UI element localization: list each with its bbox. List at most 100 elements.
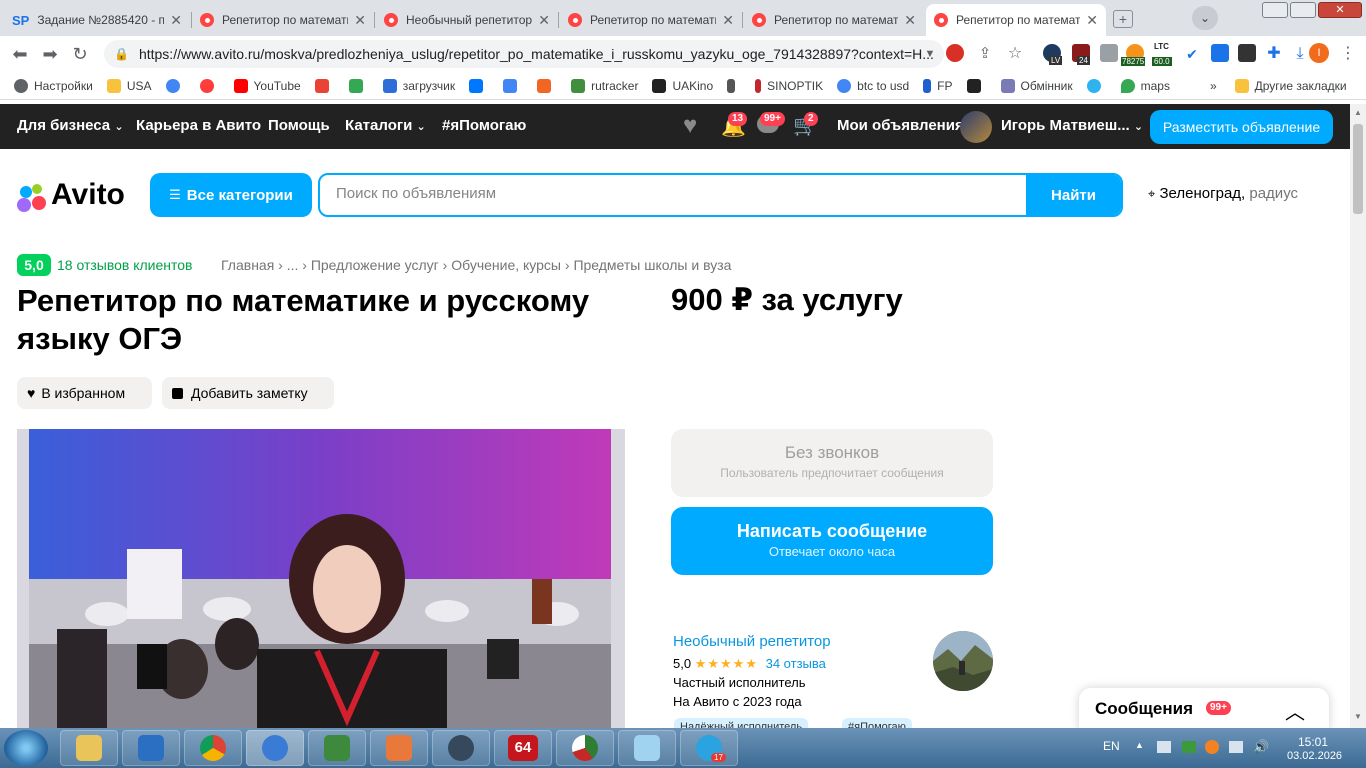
- reload-icon[interactable]: ↻: [70, 44, 90, 64]
- taskbar-player[interactable]: [370, 730, 428, 766]
- network-icon[interactable]: [1157, 741, 1171, 753]
- start-button[interactable]: [4, 730, 48, 766]
- close-icon[interactable]: ✕: [904, 12, 916, 29]
- taskbar-wise[interactable]: [122, 730, 180, 766]
- bookmark-kyivstar[interactable]: [1086, 78, 1107, 93]
- bookmark-gmail[interactable]: [314, 78, 335, 93]
- seller-avatar[interactable]: [933, 631, 993, 691]
- download-extension-icon[interactable]: [1211, 44, 1229, 62]
- star-icon[interactable]: ☆: [1005, 44, 1025, 64]
- reviews-link[interactable]: 18 отзывов клиентов: [57, 257, 193, 273]
- bookmark-figure[interactable]: [727, 78, 741, 93]
- bookmarks-overflow[interactable]: »: [1210, 79, 1217, 93]
- other-bookmarks[interactable]: Другие закладки: [1234, 78, 1347, 93]
- location-selector[interactable]: ⌖ Зеленоград, радиус: [1148, 185, 1298, 202]
- breadcrumb[interactable]: Главная › ... › Предложение услуг › Обуч…: [221, 257, 731, 273]
- restore-button[interactable]: [1290, 2, 1316, 18]
- taskbar-chrome[interactable]: [184, 730, 242, 766]
- bookmark-fl[interactable]: [537, 78, 557, 93]
- window-close-button[interactable]: ✕: [1318, 2, 1362, 18]
- bookmark-bc[interactable]: [966, 78, 987, 93]
- language-indicator[interactable]: EN: [1103, 739, 1120, 753]
- bookmark-translate[interactable]: [503, 78, 523, 93]
- bookmark-btc[interactable]: btc to usd: [837, 78, 909, 93]
- taskbar-explorer[interactable]: [60, 730, 118, 766]
- browser-tab-active[interactable]: Репетитор по математи ✕: [926, 4, 1106, 36]
- back-arrow-icon[interactable]: ⬅: [10, 44, 30, 64]
- favorite-button[interactable]: ♥ В избранном: [17, 377, 152, 409]
- nav-business[interactable]: Для бизнеса ⌄: [17, 117, 124, 134]
- clock-date[interactable]: 03.02.2026: [1287, 750, 1342, 762]
- bookmark-fp[interactable]: FP: [923, 78, 953, 93]
- bookmark-sinoptik[interactable]: SINOPTIK: [755, 78, 823, 93]
- bookmark-settings[interactable]: Настройки: [14, 78, 93, 93]
- minimize-button[interactable]: [1262, 2, 1288, 18]
- display-icon[interactable]: [1229, 741, 1243, 753]
- clock-time[interactable]: 15:01: [1298, 735, 1328, 749]
- taskbar-aida[interactable]: 64: [494, 730, 552, 766]
- taskbar-chart-app[interactable]: [556, 730, 614, 766]
- bookmark-yandex[interactable]: [199, 78, 220, 93]
- close-icon[interactable]: ✕: [722, 12, 734, 29]
- menu-dots-icon[interactable]: ⋮: [1338, 44, 1358, 64]
- new-tab-button[interactable]: +: [1113, 10, 1133, 28]
- browser-tab[interactable]: Репетитор по математи ✕: [744, 4, 924, 36]
- download-icon[interactable]: ⤓: [1290, 44, 1310, 64]
- bookmark-vk[interactable]: [469, 78, 489, 93]
- chevron-up-icon[interactable]: ︿: [1285, 696, 1305, 725]
- chevron-down-icon[interactable]: ⌄: [1192, 6, 1218, 30]
- puzzle-icon[interactable]: ✚: [1264, 44, 1284, 64]
- bookmark-loader[interactable]: загрузчик: [382, 78, 455, 93]
- block-icon[interactable]: [946, 44, 964, 62]
- close-icon[interactable]: ✕: [354, 12, 366, 29]
- taskbar-notepad[interactable]: [618, 730, 676, 766]
- avito-logo[interactable]: Avito: [17, 178, 129, 212]
- taskbar-clock-app[interactable]: [432, 730, 490, 766]
- post-ad-button[interactable]: Разместить объявление: [1150, 110, 1333, 144]
- bookmark-uakino[interactable]: UAKino: [652, 78, 713, 93]
- tray-app-icon[interactable]: [1205, 740, 1219, 754]
- taskbar-browser[interactable]: [246, 730, 304, 766]
- close-icon[interactable]: ✕: [538, 12, 550, 29]
- dropdown-icon[interactable]: ▼: [920, 44, 940, 64]
- bookmark-drive[interactable]: [348, 78, 369, 93]
- browser-tab[interactable]: Репетитор по математи ✕: [560, 4, 742, 36]
- address-bar[interactable]: 🔒 https://www.avito.ru/moskva/predlozhen…: [104, 40, 944, 68]
- taskbar-telegram[interactable]: 17: [680, 730, 738, 766]
- taskbar-app-green[interactable]: [308, 730, 366, 766]
- bookmark-rutracker[interactable]: rutracker: [571, 78, 638, 93]
- write-message-button[interactable]: Написать сообщение Отвечает около часа: [671, 507, 993, 575]
- briefcase-icon[interactable]: [1100, 44, 1118, 62]
- close-icon[interactable]: ✕: [170, 12, 182, 29]
- seller-name-link[interactable]: Необычный репетитор: [673, 633, 831, 650]
- tray-app-icon[interactable]: [1182, 741, 1196, 753]
- bookmark-exchange[interactable]: Обмінник: [1000, 78, 1073, 93]
- messages-panel[interactable]: Сообщения 99+ ︿: [1079, 688, 1329, 732]
- scroll-down-icon[interactable]: ▼: [1354, 712, 1362, 721]
- close-icon[interactable]: ✕: [1086, 12, 1098, 29]
- forward-arrow-icon[interactable]: ➡: [40, 44, 60, 64]
- bookmark-youtube[interactable]: YouTube: [233, 78, 301, 93]
- bookmark-usa[interactable]: USA: [106, 78, 152, 93]
- bookmark-google[interactable]: [165, 78, 186, 93]
- heart-icon[interactable]: ♥: [683, 113, 697, 139]
- user-menu[interactable]: Игорь Матвиеш... ⌄: [1001, 117, 1143, 134]
- no-calls-button[interactable]: Без звонков Пользователь предпочитает со…: [671, 429, 993, 497]
- volume-icon[interactable]: 🔊: [1253, 739, 1269, 755]
- tray-arrow-icon[interactable]: ▲: [1135, 740, 1144, 750]
- bookmark-maps[interactable]: maps: [1120, 78, 1170, 93]
- page-scrollbar[interactable]: ▲ ▼: [1350, 104, 1366, 728]
- add-note-button[interactable]: Добавить заметку: [162, 377, 334, 409]
- find-button[interactable]: Найти: [1026, 175, 1121, 215]
- scroll-up-icon[interactable]: ▲: [1354, 108, 1362, 117]
- browser-tab[interactable]: Репетитор по математи ✕: [192, 4, 374, 36]
- browser-tab[interactable]: Необычный репетитор ✕: [376, 4, 558, 36]
- vpn-icon[interactable]: ✔: [1182, 44, 1202, 64]
- share-icon[interactable]: ⇪: [975, 44, 995, 64]
- search-input[interactable]: [336, 185, 1026, 202]
- all-categories-button[interactable]: ☰ Все категории: [150, 173, 312, 217]
- listing-photo[interactable]: [17, 429, 625, 729]
- browser-tab[interactable]: SP Задание №2885420 - п ✕: [4, 4, 190, 36]
- avatar[interactable]: [960, 111, 992, 143]
- nav-help[interactable]: Помощь: [268, 117, 330, 134]
